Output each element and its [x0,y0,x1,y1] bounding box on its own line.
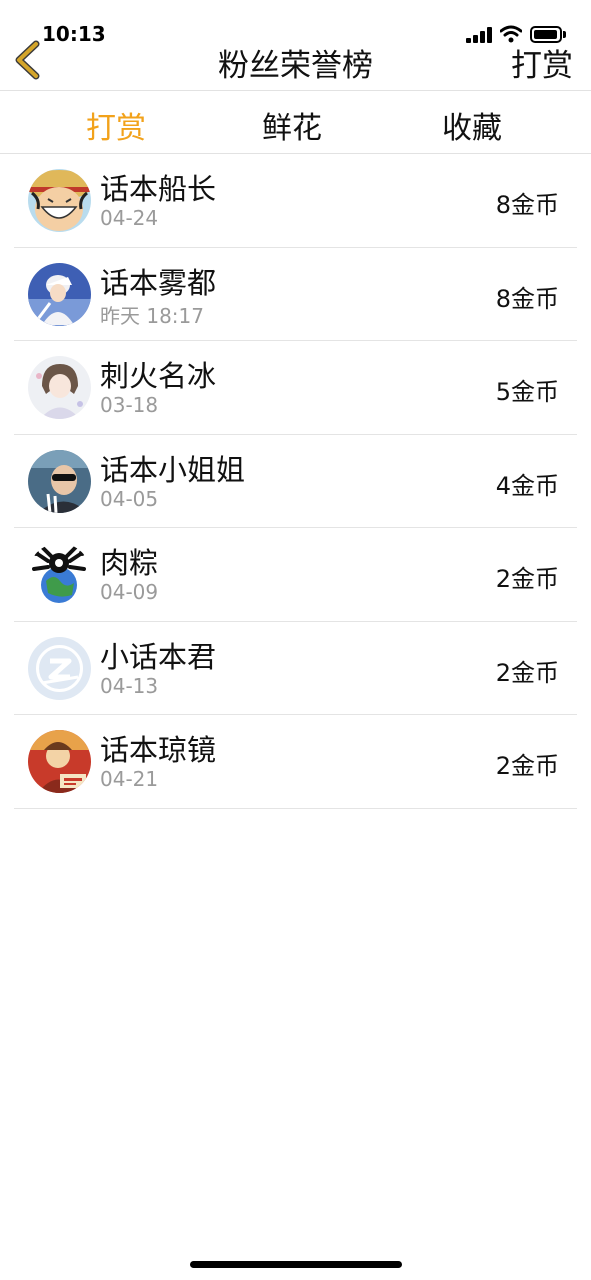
avatar[interactable] [28,636,91,700]
avatar[interactable] [28,543,91,606]
fan-name: 小话本君 [100,639,217,674]
fan-name: 话本琼镜 [100,733,217,767]
fan-name: 话本雾都 [100,265,217,300]
coin-amount: 2金币 [495,658,559,687]
list-item[interactable]: 肉粽 04-09 2金币 [0,528,591,622]
fan-name: 肉粽 [100,546,159,580]
tab-flowers[interactable]: 鲜花 [262,103,322,147]
fan-name: 话本小姐姐 [100,452,246,487]
avatar[interactable] [28,262,91,326]
fan-date: 昨天 18:17 [100,303,204,328]
list-item[interactable]: 刺火名冰 03-18 5金币 [0,341,591,435]
coin-amount: 2金币 [495,565,559,593]
coin-amount: 8金币 [495,284,559,313]
avatar[interactable] [28,356,91,419]
tab-reward[interactable]: 打赏 [86,103,146,147]
fan-name: 刺火名冰 [100,359,217,393]
avatar[interactable] [28,169,91,232]
earth-emblem-avatar-icon [28,543,91,606]
list-item[interactable]: 话本雾都 昨天 18:17 8金币 [0,248,591,342]
fan-date: 04-13 [100,673,159,698]
coin-amount: 4金币 [495,471,559,500]
avatar[interactable] [28,449,91,513]
list-item[interactable]: 话本小姐姐 04-05 4金币 [0,435,591,529]
fan-date: 04-24 [100,206,159,230]
comic-character-avatar-icon [28,730,91,793]
fan-name: 话本船长 [100,172,217,206]
coin-amount: 8金币 [495,191,559,219]
home-indicator[interactable] [190,1261,402,1268]
fan-date: 04-09 [100,580,159,604]
list-item[interactable]: 小话本君 04-13 2金币 [0,622,591,716]
tab-favorites[interactable]: 收藏 [442,103,502,147]
avatar[interactable] [28,730,91,793]
fan-list: 话本船长 04-24 8金币 话本雾都 昨天 18:17 8金币 刺火名冰 03… [0,154,591,809]
coin-amount: 2金币 [495,752,559,780]
list-item[interactable]: 话本船长 04-24 8金币 [0,154,591,248]
page-title: 粉丝荣誉榜 [218,48,373,84]
tab-bar: 打赏 鲜花 收藏 [0,91,591,153]
fan-date: 04-05 [100,486,159,511]
fan-date: 04-21 [100,767,159,791]
coin-amount: 5金币 [495,378,559,406]
default-z-avatar-icon [28,636,91,700]
pirate-cartoon-avatar-icon [28,169,91,232]
fan-date: 03-18 [100,393,159,417]
reward-button[interactable]: 打赏 [511,40,573,85]
battery-cap [563,31,566,38]
sketch-girl-avatar-icon [28,356,91,419]
sunglasses-portrait-avatar-icon [28,449,91,513]
list-item[interactable]: 话本琼镜 04-21 2金币 [0,715,591,809]
anime-character-avatar-icon [28,262,91,326]
